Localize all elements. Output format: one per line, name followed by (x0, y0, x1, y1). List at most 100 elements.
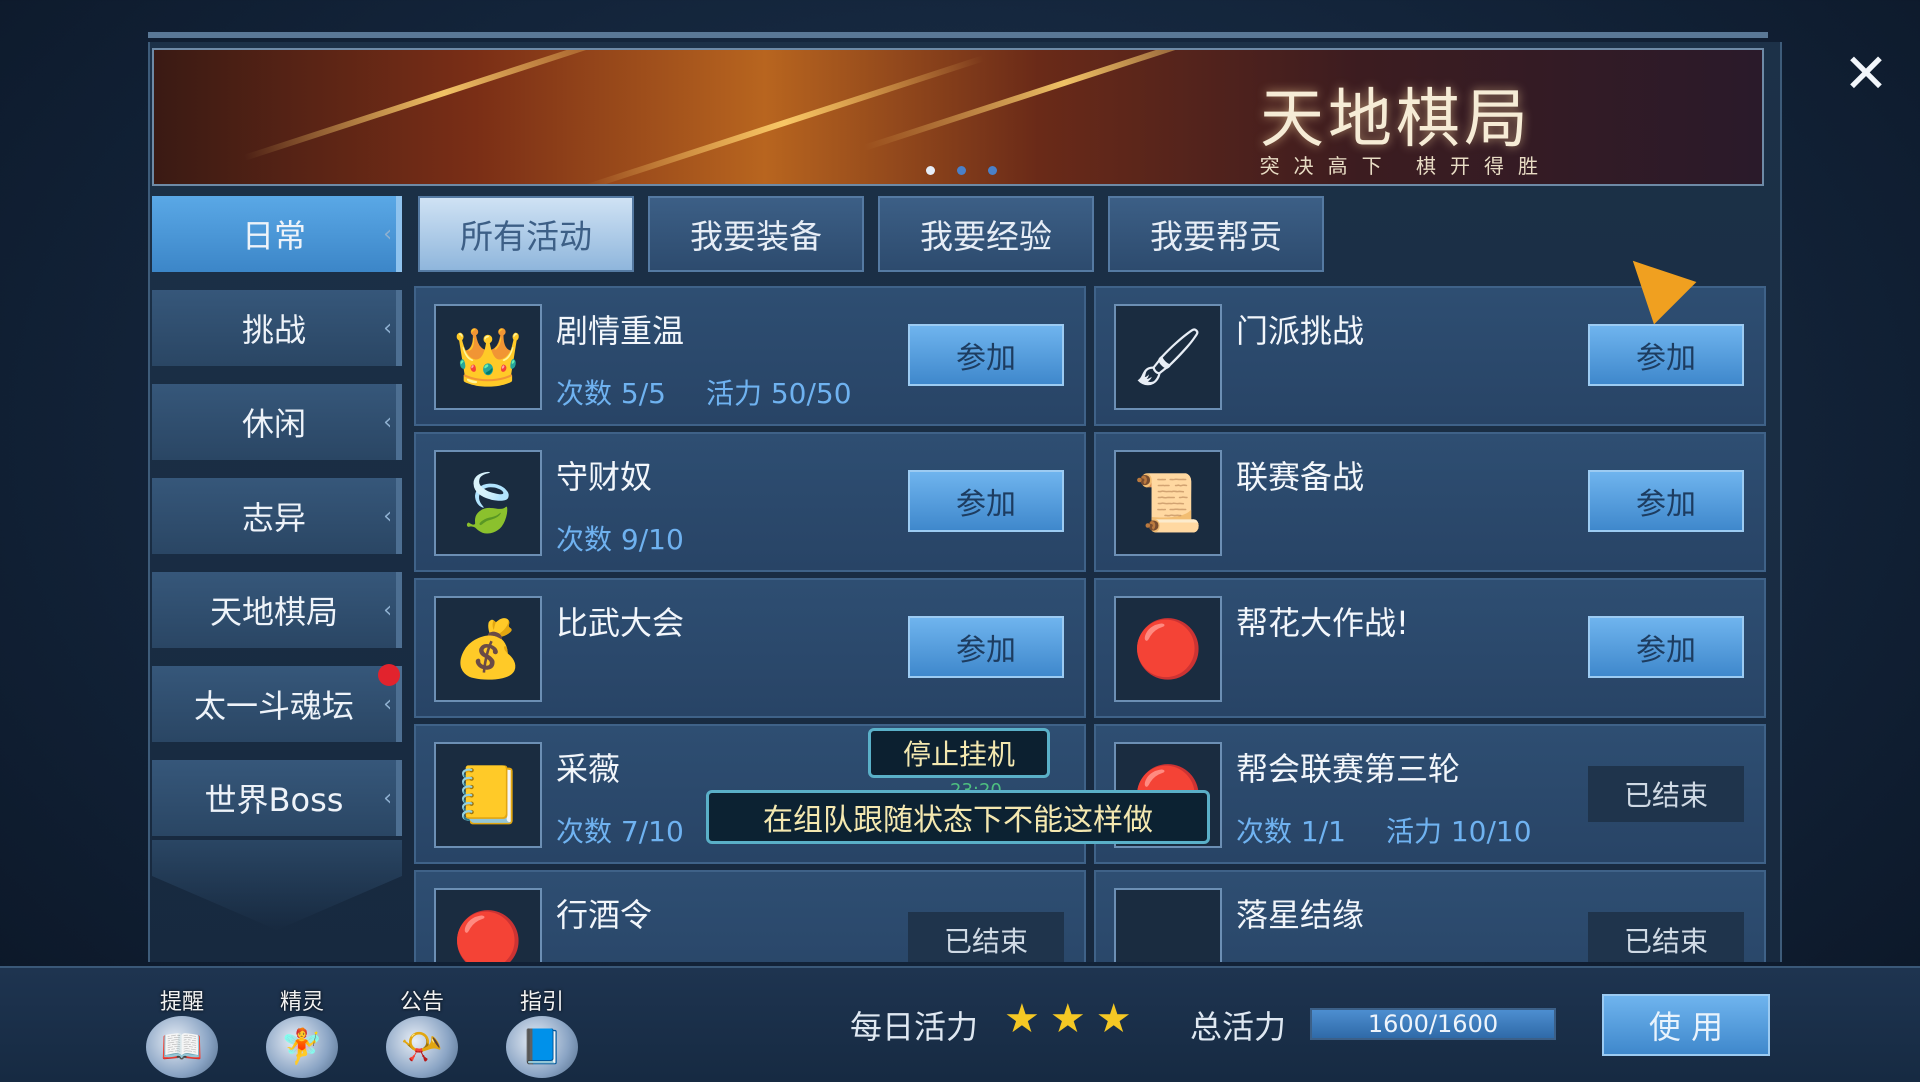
activity-info: 次数 1/1 活力 10/10 (1236, 810, 1532, 850)
activity-name: 守财奴 (556, 458, 653, 496)
quick-button-label: 公告 (399, 990, 444, 1015)
activity-card[interactable]: 💰 比武大会 参加 (414, 578, 1086, 718)
sidebar-item-label: 志异 (241, 499, 306, 537)
use-button[interactable]: 使 用 (1602, 994, 1770, 1056)
total-vigor-label: 总活力 (1190, 1008, 1287, 1046)
activity-name: 落星结缘 (1236, 896, 1365, 934)
activity-count: 次数 9/10 (556, 523, 684, 556)
activity-info: 次数 5/5 活力 50/50 (556, 372, 852, 412)
activity-count: 次数 1/1 (1236, 815, 1346, 848)
filter-tabs: 所有活动 我要装备 我要经验 我要帮贡 (418, 196, 1324, 272)
join-button[interactable]: 参加 (1588, 470, 1744, 532)
guide-book-icon: 📘 (506, 1016, 578, 1078)
sidebar-item[interactable]: 志异 ‹ (152, 478, 402, 554)
horn-icon: 📯 (386, 1016, 458, 1078)
chevron-left-icon: ‹ (383, 504, 392, 529)
quick-button[interactable]: 公告 📯 (382, 984, 462, 1078)
quick-button[interactable]: 提醒 📖 (142, 984, 222, 1078)
sidebar-item-label: 世界Boss (204, 781, 344, 819)
banner-dot[interactable] (988, 166, 997, 175)
quick-button-label: 精灵 (279, 990, 324, 1015)
activity-vigor: 活力 50/50 (705, 377, 852, 410)
guild-token-icon: 🔴 (434, 888, 542, 962)
tab-2[interactable]: 我要经验 (878, 196, 1094, 272)
sidebar-item-label: 挑战 (241, 311, 306, 349)
banner-dot[interactable] (926, 166, 935, 175)
sidebar-item[interactable]: 挑战 ‹ (152, 290, 402, 366)
helmet-icon: 👑 (434, 304, 542, 410)
banner-light-streak (863, 50, 1265, 151)
activity-name: 剧情重温 (556, 312, 685, 350)
daily-vigor-label: 每日活力 (850, 1008, 979, 1046)
vigor-bar-text: 1600/1600 (1367, 1010, 1499, 1038)
sidebar-item[interactable]: 世界Boss ‹ (152, 760, 402, 836)
activity-name: 门派挑战 (1236, 312, 1365, 350)
quick-button-label: 提醒 (159, 990, 204, 1015)
ended-status: 已结束 (1588, 766, 1744, 822)
sidebar-item-label: 太一斗魂坛 (193, 687, 354, 725)
total-vigor-bar: 1600/1600 (1310, 1008, 1556, 1040)
activity-name: 联赛备战 (1236, 458, 1365, 496)
activity-name: 帮会联赛第三轮 (1236, 750, 1461, 788)
activity-card[interactable]: 🍃 守财奴次数 9/10 参加 (414, 432, 1086, 572)
activity-card[interactable]: 📜 联赛备战 参加 (1094, 432, 1766, 572)
tab-1[interactable]: 我要装备 (648, 196, 864, 272)
activity-name: 比武大会 (556, 604, 685, 642)
sidebar-item-label: 日常 (241, 217, 306, 255)
quick-button[interactable]: 指引 📘 (502, 984, 582, 1078)
sidebar-item[interactable]: 天地棋局 ‹ (152, 572, 402, 648)
activity-info: 次数 7/10 (556, 810, 684, 850)
daily-vigor-stars: ★★★ (1004, 996, 1142, 1042)
reminder-book-icon: 📖 (146, 1016, 218, 1078)
activity-card[interactable]: 🔴 行酒令 已结束 (414, 870, 1086, 962)
banner-light-streak (583, 55, 985, 184)
banner-page-dots[interactable] (926, 166, 997, 175)
activity-name: 采薇 (556, 750, 621, 788)
activity-info: 次数 9/10 (556, 518, 684, 558)
join-button[interactable]: 参加 (908, 616, 1064, 678)
banner-title: 天地棋局 (1260, 83, 1532, 157)
banner-light-streak (243, 50, 645, 161)
chevron-left-icon: ‹ (383, 786, 392, 811)
activity-name: 行酒令 (556, 896, 653, 934)
book-icon: 📒 (434, 742, 542, 848)
banner-dot[interactable] (957, 166, 966, 175)
guild-token-icon: 🔴 (1114, 596, 1222, 702)
chevron-left-icon: ‹ (383, 692, 392, 717)
ended-status: 已结束 (908, 912, 1064, 962)
sidebar-item[interactable]: 休闲 ‹ (152, 384, 402, 460)
tab-0[interactable]: 所有活动 (418, 196, 634, 272)
quick-button[interactable]: 精灵 🧚 (262, 984, 342, 1078)
sprite-icon: 🧚 (266, 1016, 338, 1078)
status-toast: 在组队跟随状态下不能这样做 (706, 790, 1210, 844)
chevron-left-icon: ‹ (383, 316, 392, 341)
join-button[interactable]: 参加 (908, 470, 1064, 532)
activity-count: 次数 7/10 (556, 815, 684, 848)
sidebar-item[interactable]: 太一斗魂坛 ‹ (152, 664, 402, 742)
tab-3[interactable]: 我要帮贡 (1108, 196, 1324, 272)
sidebar-item-label: 天地棋局 (209, 593, 338, 631)
chevron-left-icon: ‹ (383, 222, 392, 247)
join-button[interactable]: 参加 (1588, 324, 1744, 386)
activity-card[interactable]: 落星结缘 已结束 (1094, 870, 1766, 962)
sidebar-item-label: 休闲 (241, 405, 306, 443)
empty-icon (1114, 888, 1222, 962)
join-button[interactable]: 参加 (1588, 616, 1744, 678)
chevron-left-icon: ‹ (383, 598, 392, 623)
letter-icon: 📜 (1114, 450, 1222, 556)
activity-card[interactable]: 👑 剧情重温次数 5/5 活力 50/50 参加 (414, 286, 1086, 426)
activity-grid: 👑 剧情重温 次数 5/5 活力 50/50 参加 🖌 门派挑战 参加 🍃 守财奴 次数 9/10 参… (414, 286, 1766, 962)
stop-autoplay-button[interactable]: 停止挂机 (868, 728, 1050, 778)
activity-name: 帮花大作战! (1236, 604, 1409, 642)
leaf-icon: 🍃 (434, 450, 542, 556)
banner-subtitle: 突决高下 棋开得胜 (1259, 154, 1552, 178)
brush-icon: 🖌 (1114, 304, 1222, 410)
join-button[interactable]: 参加 (908, 324, 1064, 386)
category-sidebar: 日常 ‹ 挑战 ‹ 休闲 ‹ 志异 ‹ 天地棋局 ‹ 太一斗魂坛 ‹ 世界Boss ‹ (152, 196, 402, 854)
activity-card[interactable]: 🔴 帮花大作战! 参加 (1094, 578, 1766, 718)
activity-count: 次数 5/5 (556, 377, 666, 410)
ended-status: 已结束 (1588, 912, 1744, 962)
sidebar-item[interactable]: 日常 ‹ (152, 196, 402, 272)
money-bag-icon: 💰 (434, 596, 542, 702)
close-button[interactable]: ✕ (1836, 44, 1896, 104)
